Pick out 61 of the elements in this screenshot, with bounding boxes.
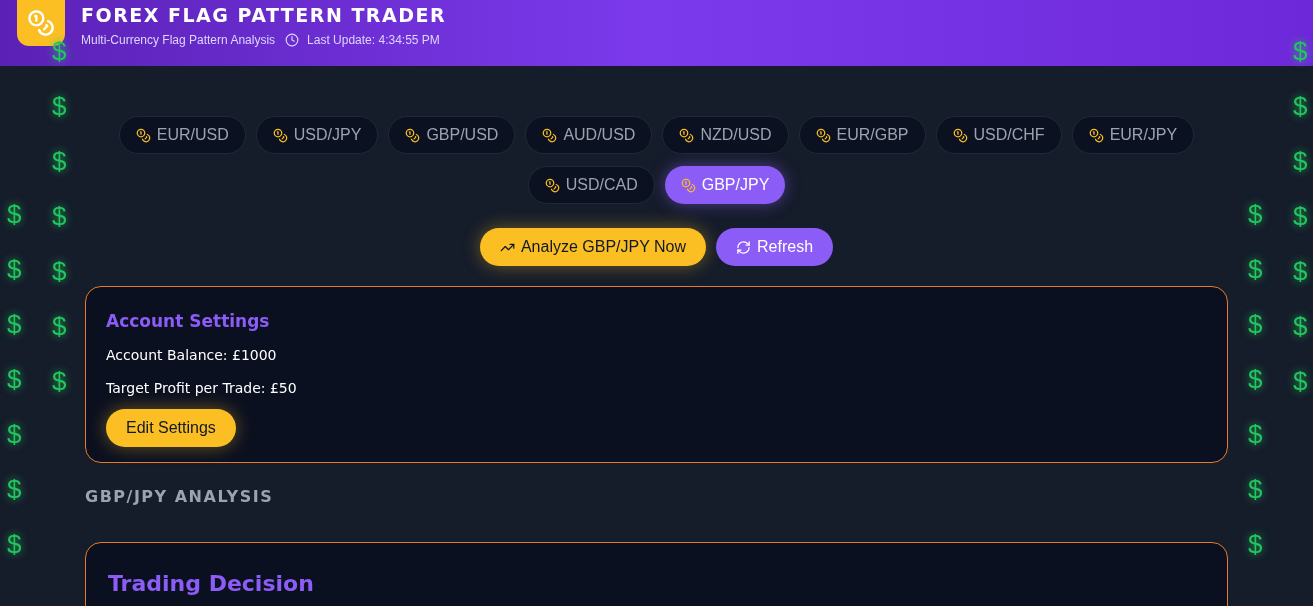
currency-pair-tab[interactable]: AUD/USD — [525, 116, 653, 154]
dollar-sign: $ — [1248, 253, 1263, 286]
target-profit: Target Profit per Trade: £50 — [106, 378, 298, 398]
currency-pair-tab[interactable]: EUR/JPY — [1071, 116, 1195, 154]
dollar-sign: $ — [1248, 198, 1263, 231]
dollar-sign: $ — [1248, 418, 1263, 451]
coins-icon — [272, 127, 288, 143]
dollar-sign: $ — [7, 473, 22, 506]
dollar-sign: $ — [1293, 310, 1308, 343]
dollar-sign: $ — [52, 310, 67, 343]
dollar-sign: $ — [1293, 35, 1308, 68]
currency-pair-tab[interactable]: NZD/USD — [662, 116, 789, 154]
currency-pair-tab[interactable]: GBP/USD — [388, 116, 516, 154]
analyze-button[interactable]: Analyze GBP/JPY Now — [479, 228, 707, 266]
coins-icon — [542, 127, 558, 143]
dollar-sign: $ — [7, 418, 22, 451]
currency-pair-tab[interactable]: EUR/USD — [118, 116, 246, 154]
account-balance: Account Balance: £1000 — [106, 345, 278, 365]
dollar-sign: $ — [7, 363, 22, 396]
refresh-button[interactable]: Refresh — [716, 228, 834, 266]
dollar-sign: $ — [52, 145, 67, 178]
refresh-icon — [736, 239, 752, 255]
coins-icon — [952, 127, 968, 143]
dollar-sign: $ — [1293, 90, 1308, 123]
currency-pair-tab[interactable]: GBP/JPY — [664, 166, 786, 204]
dollar-sign: $ — [7, 528, 22, 561]
coins-icon — [544, 177, 560, 193]
app-subtitle: Multi-Currency Flag Pattern Analysis — [81, 32, 276, 49]
dollar-sign: $ — [1293, 255, 1308, 288]
currency-pair-tab[interactable]: USD/CAD — [527, 166, 655, 204]
coins-icon — [135, 127, 151, 143]
dollar-sign: $ — [1293, 145, 1308, 178]
dollar-sign: $ — [52, 90, 67, 123]
dollar-sign: $ — [52, 365, 67, 398]
clock-icon — [285, 33, 300, 47]
dollar-sign: $ — [52, 255, 67, 288]
dollar-sign: $ — [7, 198, 22, 231]
app-title: FOREX FLAG PATTERN TRADER — [81, 3, 447, 27]
section-heading: GBP/JPY ANALYSIS — [85, 486, 275, 508]
dollar-sign: $ — [7, 253, 22, 286]
dollar-sign: $ — [1248, 473, 1263, 506]
coins-icon — [815, 127, 831, 143]
dollar-sign: $ — [52, 200, 67, 233]
coins-icon — [679, 127, 695, 143]
dollar-sign: $ — [1248, 308, 1263, 341]
dollar-sign: $ — [52, 35, 67, 68]
coins-icon — [1088, 127, 1104, 143]
coins-icon — [405, 127, 421, 143]
currency-pair-tab[interactable]: USD/JPY — [255, 116, 379, 154]
currency-pair-tab[interactable]: USD/CHF — [935, 116, 1062, 154]
card-title: Account Settings — [106, 310, 271, 333]
last-update: Last Update: 4:34:55 PM — [307, 32, 440, 49]
dollar-sign: $ — [1248, 363, 1263, 396]
dollar-sign: $ — [1248, 528, 1263, 561]
dollar-sign: $ — [1293, 365, 1308, 398]
currency-pair-tab[interactable]: EUR/GBP — [798, 116, 926, 154]
card-title: Trading Decision — [108, 570, 315, 598]
dollar-sign: $ — [7, 308, 22, 341]
dollar-sign: $ — [1293, 200, 1308, 233]
coins-icon — [680, 177, 696, 193]
edit-settings-button[interactable]: Edit Settings — [106, 408, 236, 447]
